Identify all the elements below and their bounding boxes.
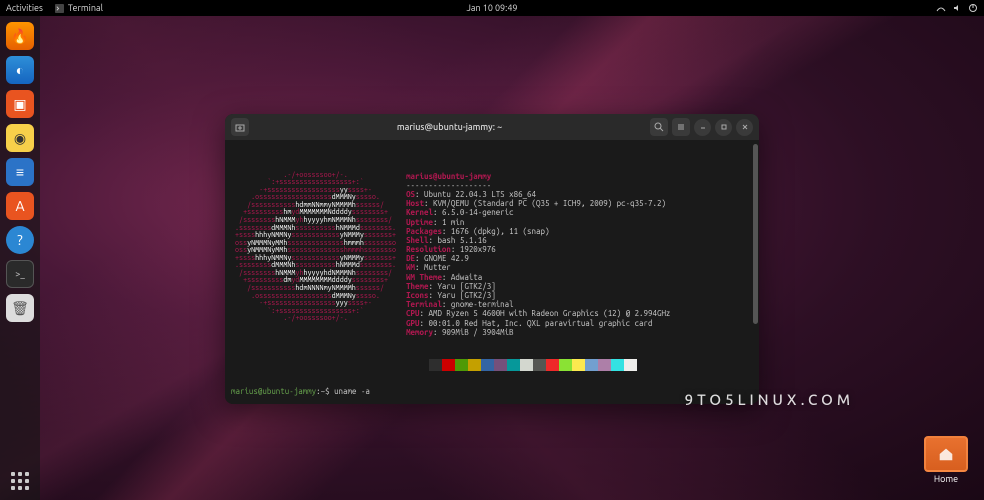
search-button[interactable] [650, 118, 668, 136]
menu-button[interactable] [672, 118, 690, 136]
minimize-button[interactable] [694, 119, 711, 136]
dock-help[interactable]: ? [6, 226, 34, 254]
close-icon [741, 123, 749, 131]
network-icon [936, 3, 946, 13]
dock-files[interactable]: ▣ [6, 90, 34, 118]
neofetch-output: .-/+oossssoo+/-. `:+ssssssssssssssssss+:… [231, 172, 753, 337]
prompt-line-1: marius@ubuntu-jammy:~$ uname -a [231, 387, 753, 396]
topbar-app-menu[interactable]: Terminal [55, 3, 103, 13]
plus-tab-icon [235, 122, 245, 132]
dock-writer[interactable]: ≡ [6, 158, 34, 186]
system-tray[interactable] [936, 3, 978, 13]
close-button[interactable] [736, 119, 753, 136]
command-uname: uname -a [334, 387, 370, 396]
dock-rhythmbox[interactable]: ◉ [6, 124, 34, 152]
terminal-icon [55, 4, 64, 13]
system-info: marius@ubuntu-jammy ------------------- … [406, 172, 670, 337]
search-icon [654, 122, 664, 132]
power-icon [968, 3, 978, 13]
home-folder-icon [924, 436, 968, 472]
color-palette [429, 359, 753, 371]
terminal-window: marius@ubuntu-jammy: ~ .-/+oossssoo+/-. … [225, 114, 759, 404]
ascii-logo: .-/+oossssoo+/-. `:+ssssssssssssssssss+:… [231, 172, 396, 337]
dock: 🔥 ◐ ▣ ◉ ≡ A ? >_ 🗑 [0, 16, 40, 500]
desktop-home-icon[interactable]: Home [920, 436, 972, 484]
dock-software[interactable]: A [6, 192, 34, 220]
activities-button[interactable]: Activities [6, 3, 43, 13]
terminal-body[interactable]: .-/+oossssoo+/-. `:+ssssssssssssssssss+:… [225, 140, 759, 404]
volume-icon [952, 3, 962, 13]
hamburger-icon [676, 122, 686, 132]
maximize-icon [720, 123, 728, 131]
scrollbar[interactable] [753, 144, 758, 324]
minimize-icon [699, 123, 707, 131]
watermark: 9TO5LINUX.COM [685, 391, 854, 408]
terminal-title: marius@ubuntu-jammy: ~ [253, 122, 646, 132]
dock-firefox[interactable]: 🔥 [6, 22, 34, 50]
topbar-app-label: Terminal [68, 3, 103, 13]
show-applications-button[interactable] [11, 472, 29, 490]
gnome-topbar: Activities Terminal Jan 10 09:49 [0, 0, 984, 16]
new-tab-button[interactable] [231, 118, 249, 136]
desktop-home-label: Home [920, 474, 972, 484]
dock-terminal[interactable]: >_ [6, 260, 34, 288]
dock-thunderbird[interactable]: ◐ [6, 56, 34, 84]
clock[interactable]: Jan 10 09:49 [467, 3, 518, 13]
terminal-titlebar[interactable]: marius@ubuntu-jammy: ~ [225, 114, 759, 140]
maximize-button[interactable] [715, 119, 732, 136]
dock-trash[interactable]: 🗑 [6, 294, 34, 322]
